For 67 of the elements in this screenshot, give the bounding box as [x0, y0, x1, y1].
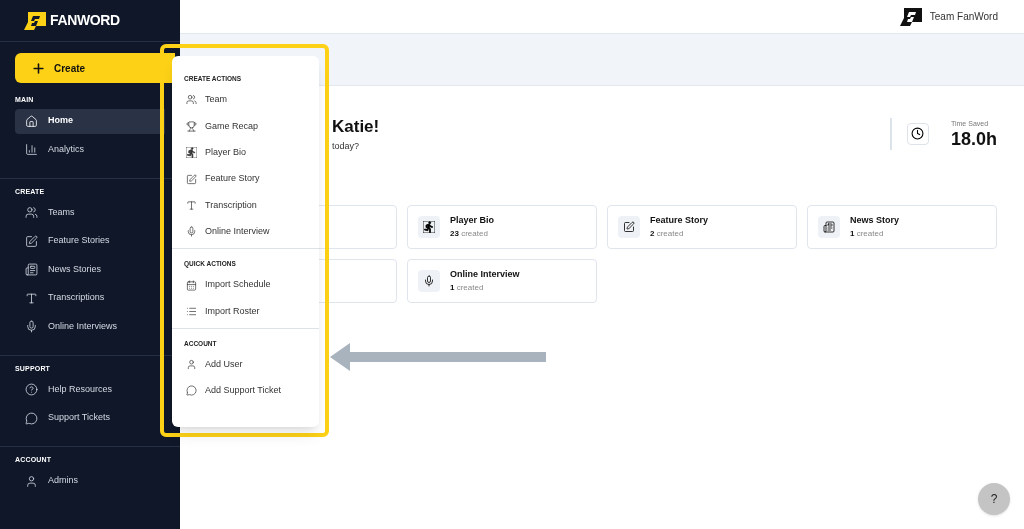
- content-card[interactable]: News Story 1 created: [807, 205, 997, 249]
- create-button[interactable]: Create: [15, 53, 175, 83]
- brand-name: FANWORD: [50, 11, 120, 30]
- nav-item[interactable]: Analytics: [15, 137, 165, 162]
- greeting-subtitle: today?: [332, 139, 361, 153]
- menu-item[interactable]: Import Roster: [172, 298, 319, 325]
- menu-item[interactable]: Online Interview: [172, 218, 319, 246]
- menu-item[interactable]: Player Bio: [172, 139, 319, 166]
- time-saved-value: 18.0h: [950, 129, 997, 148]
- menu-item[interactable]: Team: [172, 86, 319, 114]
- chart-icon: [25, 143, 38, 156]
- card-count: 23 created: [450, 227, 489, 240]
- runner-icon: [186, 147, 197, 159]
- microphone-icon: [25, 320, 38, 333]
- chat-bubble-icon: [186, 385, 197, 397]
- menu-item[interactable]: Transcription: [172, 192, 319, 219]
- home-icon: [25, 114, 38, 128]
- greeting-title: Katie!: [332, 116, 380, 138]
- nav-item[interactable]: Feature Stories: [15, 228, 165, 254]
- menu-item[interactable]: Add Support Ticket: [172, 377, 319, 405]
- pen-icon: [623, 221, 635, 233]
- nav-item[interactable]: Home: [15, 108, 165, 134]
- clock-icon: [911, 127, 925, 140]
- list-icon: [186, 305, 197, 317]
- chat-bubble-icon: [25, 411, 38, 425]
- logo-icon: [899, 7, 922, 26]
- runner-icon: [423, 221, 435, 233]
- pen-icon: [186, 173, 197, 185]
- microphone-icon: [423, 275, 435, 287]
- newspaper-icon: [823, 221, 835, 233]
- newspaper-icon: [25, 263, 38, 276]
- content-card[interactable]: Online Interview 1 created: [407, 259, 597, 303]
- content-card[interactable]: Feature Story 2 created: [607, 205, 797, 249]
- people-icon: [25, 206, 38, 219]
- card-title: Player Bio: [450, 214, 495, 228]
- nav-item[interactable]: Transcriptions: [15, 285, 165, 311]
- nav-item[interactable]: Online Interviews: [15, 314, 165, 339]
- card-count: 1 created: [450, 281, 485, 294]
- card-title: News Story: [850, 214, 900, 228]
- card-title: Online Interview: [450, 268, 520, 282]
- nav-item[interactable]: Support Tickets: [15, 405, 165, 431]
- calendar-icon: [186, 279, 197, 291]
- user-icon: [186, 359, 197, 371]
- help-button[interactable]: ?: [978, 483, 1010, 515]
- nav-item[interactable]: Help Resources: [15, 377, 165, 402]
- logo-icon: [24, 11, 46, 30]
- nav-item[interactable]: Admins: [15, 468, 165, 494]
- plus-icon: [31, 60, 46, 76]
- trophy-icon: [186, 120, 197, 132]
- card-count: 1 created: [850, 227, 885, 240]
- card-title: Feature Story: [650, 214, 709, 228]
- nav-item[interactable]: Teams: [15, 200, 165, 225]
- menu-item[interactable]: Add User: [172, 351, 319, 378]
- card-count: 2 created: [650, 227, 685, 240]
- pen-icon: [25, 234, 38, 248]
- user-icon: [25, 474, 38, 488]
- people-icon: [186, 94, 197, 106]
- help-icon: [25, 383, 38, 396]
- menu-item[interactable]: Game Recap: [172, 113, 319, 140]
- text-icon: [186, 200, 197, 211]
- menu-item[interactable]: Feature Story: [172, 165, 319, 193]
- menu-item[interactable]: Import Schedule: [172, 271, 319, 299]
- text-icon: [25, 291, 38, 305]
- team-name[interactable]: Team FanWord: [929, 9, 998, 24]
- nav-item[interactable]: News Stories: [15, 257, 165, 282]
- microphone-icon: [186, 226, 197, 238]
- content-card[interactable]: Player Bio 23 created: [407, 205, 597, 249]
